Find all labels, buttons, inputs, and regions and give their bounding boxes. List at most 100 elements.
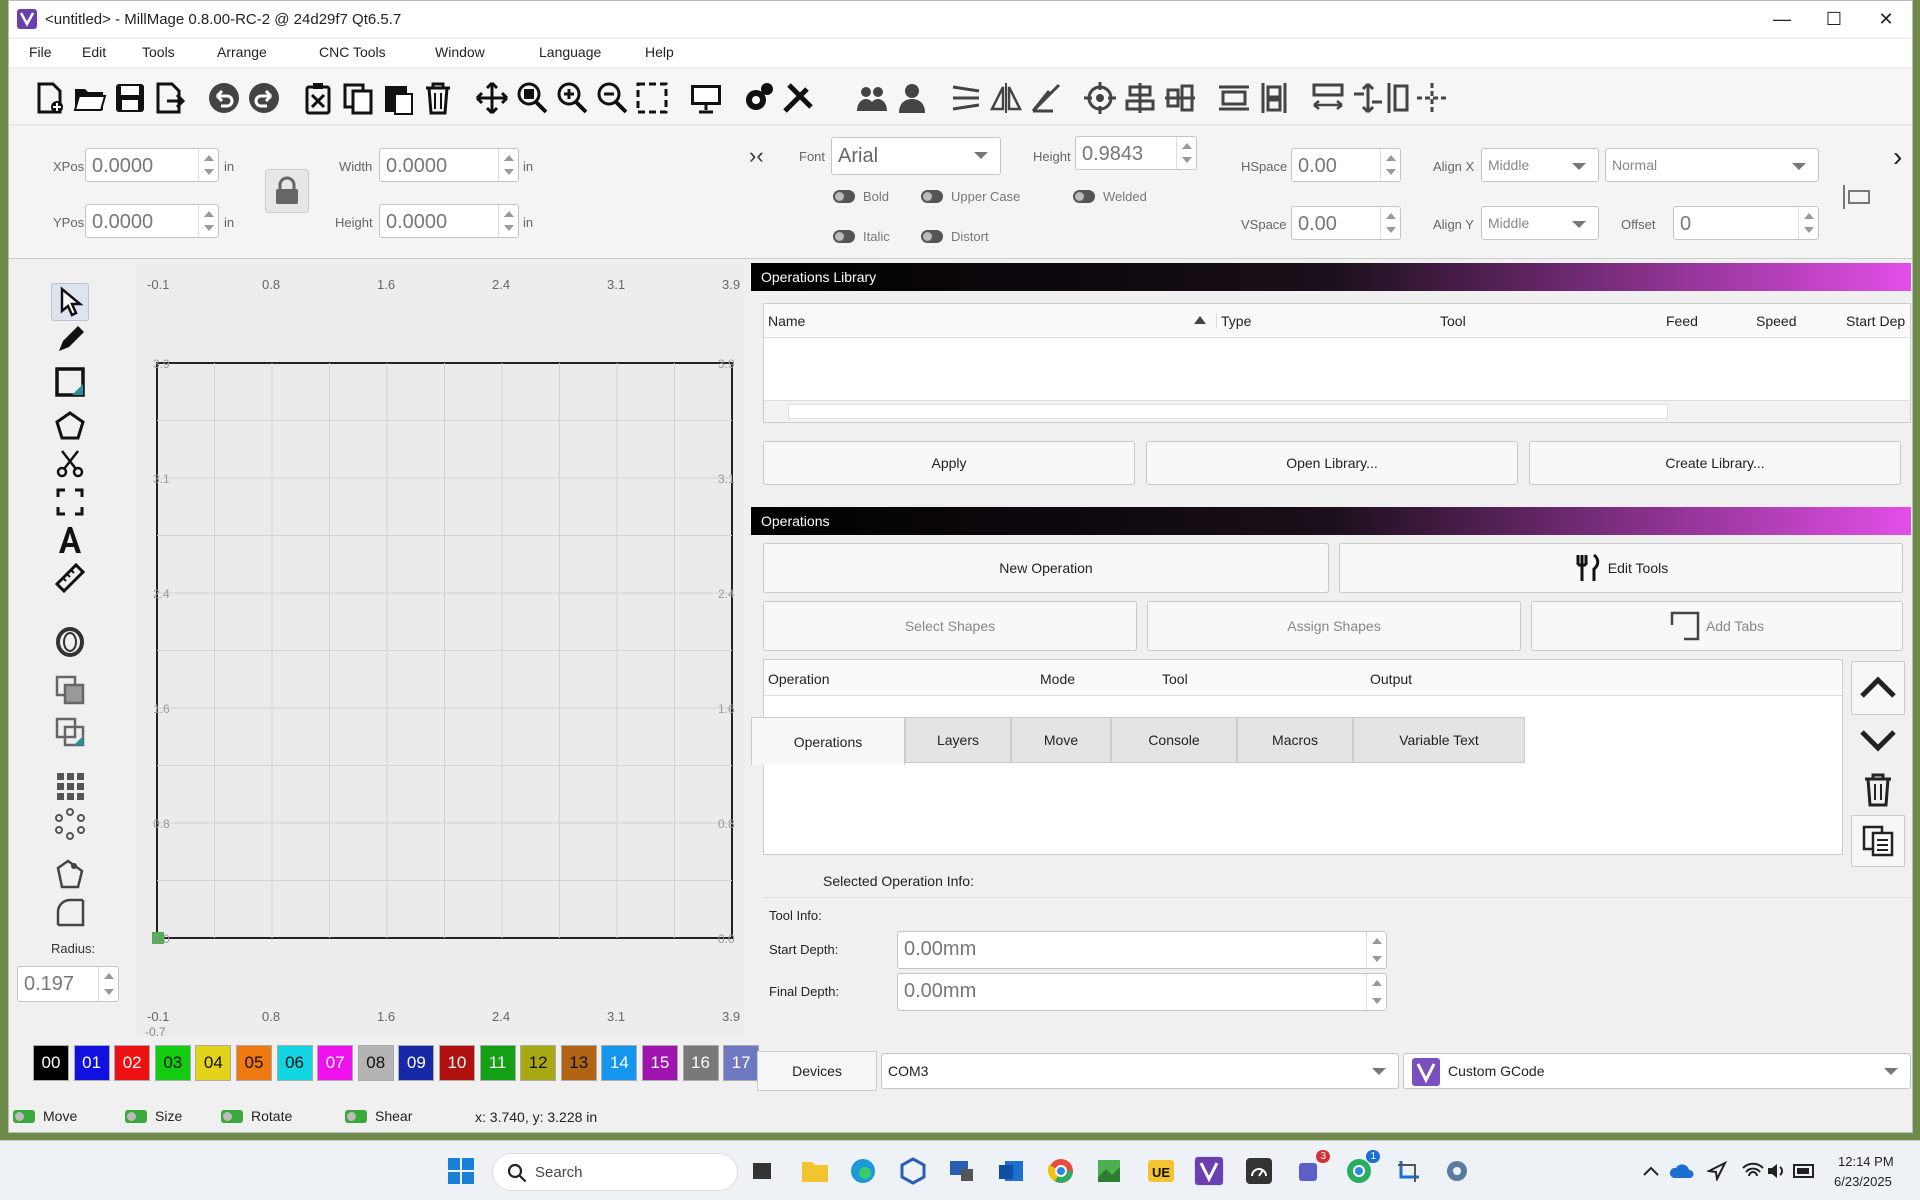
design-canvas[interactable]: -0.1 0.8 1.6 2.4 3.1 3.9 -0.1 0.8 1.6 2.4 3.1 3.9 3.… [136, 263, 744, 1039]
location-arrow-icon[interactable] [1702, 1156, 1732, 1186]
create-library-button[interactable]: Create Library... [1529, 441, 1901, 485]
fillet-corner-icon[interactable] [51, 893, 89, 931]
zoom-fit-icon[interactable] [513, 79, 551, 117]
zoom-in-icon[interactable] [553, 79, 591, 117]
canvas-grid[interactable]: -0.1 0.8 1.6 2.4 3.1 3.9 -0.1 0.8 1.6 2.4 3.1 3.9 3.… [136, 263, 744, 1039]
color-swatch-15[interactable]: 15 [641, 1045, 678, 1081]
move-toggle[interactable]: Move [13, 1108, 77, 1124]
tab-macros[interactable]: Macros [1237, 717, 1353, 763]
color-swatch-11[interactable]: 11 [479, 1045, 516, 1081]
menu-language[interactable]: Language [539, 44, 601, 60]
paste-icon[interactable] [379, 79, 417, 117]
menu-tools[interactable]: Tools [142, 44, 175, 60]
corner-frame-icon[interactable] [51, 483, 89, 521]
open-library-button[interactable]: Open Library... [1146, 441, 1518, 485]
distribute-icon[interactable] [1161, 79, 1199, 117]
move-icon[interactable] [473, 79, 511, 117]
panel-dock-icon[interactable] [1839, 183, 1873, 211]
node-edit-icon[interactable] [51, 855, 89, 893]
color-swatch-04[interactable]: 04 [195, 1045, 232, 1081]
app-blue-hex-icon[interactable] [898, 1156, 928, 1186]
color-swatch-02[interactable]: 02 [114, 1045, 151, 1081]
tab-move[interactable]: Move [1011, 717, 1111, 763]
onedrive-icon[interactable] [1668, 1156, 1698, 1186]
radius-field[interactable]: 0.197 [17, 966, 119, 1002]
select-arrow-icon[interactable] [51, 283, 89, 321]
collapse-left-icon[interactable]: ›‹ [749, 143, 764, 169]
battery-icon[interactable] [1790, 1156, 1820, 1186]
windows-start-icon[interactable] [446, 1156, 476, 1186]
apply-button[interactable]: Apply [763, 441, 1135, 485]
tools-wrench-icon[interactable] [779, 79, 817, 117]
sort-ascending-icon[interactable] [1194, 316, 1206, 324]
clock-date[interactable]: 6/23/2025 [1834, 1174, 1892, 1189]
width-icon[interactable] [1309, 79, 1347, 117]
boolean-diff-icon[interactable] [51, 713, 89, 751]
file-explorer-icon[interactable] [800, 1156, 830, 1186]
chrome-profile-icon[interactable]: 1 [1344, 1150, 1380, 1186]
settings-gear-icon[interactable] [739, 79, 777, 117]
distort-toggle[interactable]: Distort [921, 229, 989, 244]
redo-icon[interactable] [245, 79, 283, 117]
mirror-h-icon[interactable] [947, 79, 985, 117]
italic-toggle[interactable]: Italic [833, 229, 890, 244]
settings-icon[interactable] [1442, 1156, 1472, 1186]
size-toggle[interactable]: Size [125, 1108, 182, 1124]
outlook-icon[interactable] [996, 1156, 1026, 1186]
mirror-v-icon[interactable] [987, 79, 1025, 117]
menu-edit[interactable]: Edit [82, 44, 106, 60]
col-speed[interactable]: Speed [1756, 313, 1796, 329]
color-swatch-07[interactable]: 07 [317, 1045, 354, 1081]
col-mode[interactable]: Mode [1040, 671, 1075, 687]
welded-toggle[interactable]: Welded [1073, 189, 1147, 204]
scissors-icon[interactable] [51, 445, 89, 483]
color-swatch-17[interactable]: 17 [723, 1045, 760, 1081]
menu-help[interactable]: Help [645, 44, 674, 60]
color-swatch-05[interactable]: 05 [235, 1045, 272, 1081]
offset-ring-icon[interactable] [51, 623, 89, 661]
select-frame-icon[interactable] [633, 79, 671, 117]
color-swatch-03[interactable]: 03 [154, 1045, 191, 1081]
target-icon[interactable] [1081, 79, 1119, 117]
app-image-icon[interactable] [1094, 1156, 1124, 1186]
col-output[interactable]: Output [1370, 671, 1412, 687]
circular-array-icon[interactable] [51, 805, 89, 843]
col-feed[interactable]: Feed [1666, 313, 1698, 329]
width-field[interactable]: 0.0000 [379, 148, 519, 182]
export-icon[interactable] [151, 79, 189, 117]
monitor-icon[interactable] [687, 79, 725, 117]
bold-toggle[interactable]: Bold [833, 189, 889, 204]
color-swatch-08[interactable]: 08 [357, 1045, 394, 1081]
assign-shapes-button[interactable]: Assign Shapes [1147, 601, 1521, 651]
taskbar-search[interactable]: Search [492, 1153, 738, 1191]
align-y-select[interactable]: Middle [1481, 206, 1599, 240]
clock-time[interactable]: 12:14 PM [1838, 1154, 1894, 1169]
col-start-depth[interactable]: Start Dep [1846, 313, 1905, 329]
spacing-icon[interactable] [1255, 79, 1293, 117]
rotate-icon[interactable] [1027, 79, 1065, 117]
color-swatch-01[interactable]: 01 [73, 1045, 110, 1081]
col-name[interactable]: Name [768, 313, 805, 329]
col-type[interactable]: Type [1216, 313, 1251, 329]
ypos-field[interactable]: 0.0000 [85, 204, 219, 238]
start-depth-field[interactable]: 0.00mm [897, 931, 1387, 969]
font-select[interactable]: Arial [831, 137, 1001, 175]
color-swatch-12[interactable]: 12 [520, 1045, 557, 1081]
open-folder-icon[interactable] [71, 79, 109, 117]
device-profile-select[interactable]: Custom GCode [1403, 1053, 1911, 1089]
ruler-icon[interactable] [51, 559, 89, 597]
menu-window[interactable]: Window [435, 44, 485, 60]
save-icon[interactable] [111, 79, 149, 117]
library-hscrollbar[interactable] [764, 400, 1910, 422]
show-hidden-icons-chevron-icon[interactable] [1636, 1156, 1666, 1186]
offset-field[interactable]: 0 [1673, 206, 1819, 240]
copy-icon[interactable] [339, 79, 377, 117]
expand-right-icon[interactable]: › [1893, 141, 1902, 173]
devices-button[interactable]: Devices [757, 1051, 877, 1091]
library-table[interactable]: Name Type Tool Feed Speed Start Dep [763, 303, 1911, 423]
port-select[interactable]: COM3 [881, 1053, 1399, 1089]
rectangle-icon[interactable] [51, 363, 89, 401]
snipping-tool-icon[interactable] [1394, 1156, 1424, 1186]
undo-icon[interactable] [205, 79, 243, 117]
hspace-field[interactable]: 0.00 [1291, 148, 1401, 182]
